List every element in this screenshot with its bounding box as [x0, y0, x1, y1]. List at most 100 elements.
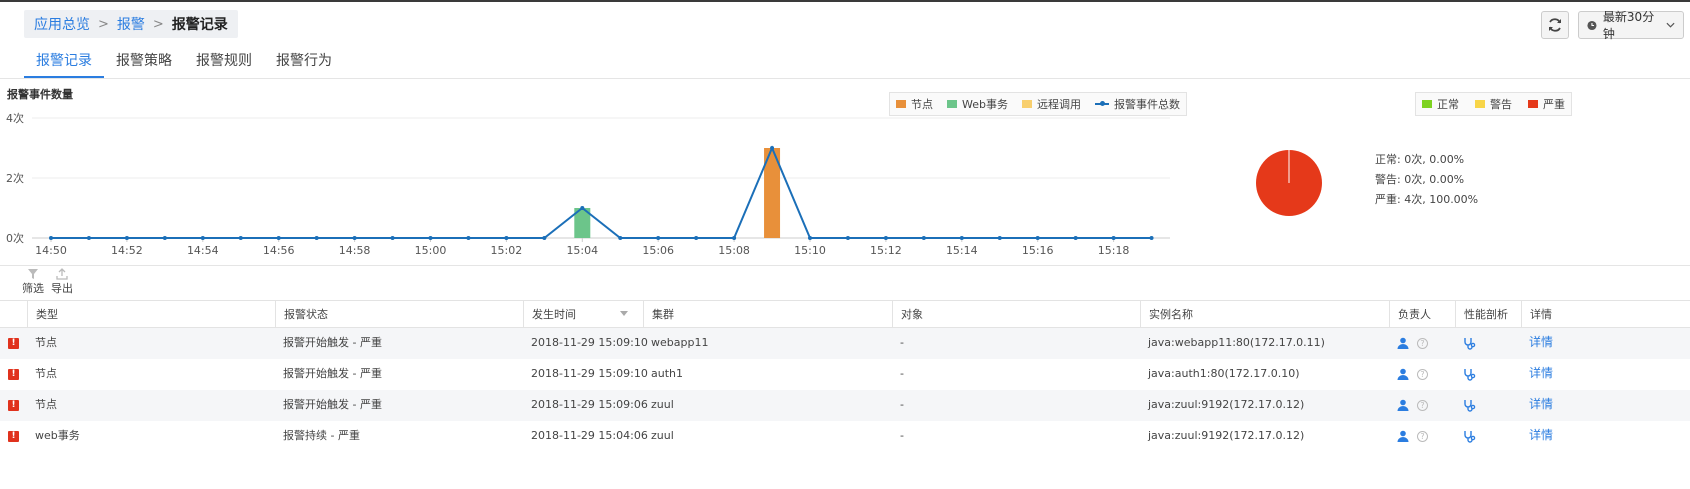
cell-status: 报警开始触发 - 严重 [283, 398, 382, 411]
data-point [1111, 236, 1116, 240]
data-point [732, 236, 737, 240]
x-tick-label: 14:54 [187, 244, 219, 257]
column-header-time[interactable]: 发生时间 [523, 301, 643, 328]
data-point [1073, 236, 1078, 240]
x-tick-label: 15:12 [870, 244, 902, 257]
column-header-time-label: 发生时间 [532, 308, 576, 321]
refresh-icon [1549, 18, 1561, 32]
data-point [162, 236, 167, 240]
data-point [542, 236, 547, 240]
time-range-dropdown[interactable]: 最新30分钟 [1578, 10, 1684, 41]
legend-swatch [1422, 100, 1432, 108]
x-tick-label: 15:18 [1098, 244, 1130, 257]
tab-alarm-actions[interactable]: 报警行为 [264, 46, 344, 78]
breadcrumb-alarm[interactable]: 报警 [117, 14, 145, 34]
user-icon[interactable] [1397, 430, 1409, 442]
alarm-event-chart: 4次 2次 0次 14:50 14:52 14:54 14:56 14:58 15:00 15:0… [6, 111, 1170, 257]
chevron-right-icon: > [98, 16, 109, 32]
column-header-owner[interactable]: 负责人 [1389, 301, 1455, 328]
legend-label: 严重 [1543, 98, 1565, 111]
cell-instance: java:zuul:9192(172.17.0.12) [1148, 398, 1305, 411]
x-tick-label: 15:08 [718, 244, 750, 257]
x-tick-label: 14:50 [35, 244, 67, 257]
column-header-type[interactable]: 类型 [27, 301, 275, 328]
data-point [466, 236, 471, 240]
sort-desc-icon[interactable] [620, 311, 628, 317]
breadcrumb-app-overview[interactable]: 应用总览 [34, 14, 90, 34]
alarm-records-table: 类型 报警状态 发生时间 集群 对象 实例名称 负责人 性能剖析 详情 ! 节点报… [0, 300, 1690, 452]
cell-time: 2018-11-29 15:09:06 [531, 398, 648, 411]
breadcrumb: 应用总览 > 报警 > 报警记录 [24, 10, 238, 38]
data-point [618, 236, 623, 240]
table-row[interactable]: ! 节点 报警开始触发 - 严重 2018-11-29 15:09:10 webapp1… [0, 328, 1690, 359]
column-header-instance[interactable]: 实例名称 [1140, 301, 1389, 328]
x-tick-label: 15:00 [415, 244, 447, 257]
data-point [352, 236, 357, 240]
cell-object: - [900, 336, 904, 349]
cell-object: - [900, 429, 904, 442]
help-icon[interactable]: ? [1417, 431, 1428, 442]
pie-stats: 正常: 0次, 0.00% 警告: 0次, 0.00% 严重: 4次, 100.… [1375, 150, 1478, 210]
chevron-right-icon: > [152, 16, 164, 32]
tab-alarm-records[interactable]: 报警记录 [24, 46, 104, 78]
cell-instance: java:zuul:9192(172.17.0.12) [1148, 429, 1305, 442]
table-row[interactable]: ! 节点 报警开始触发 - 严重 2018-11-29 15:09:06 zuul - ja… [0, 390, 1690, 421]
column-header-cluster[interactable]: 集群 [643, 301, 892, 328]
cell-status: 报警开始触发 - 严重 [283, 336, 382, 349]
table-row[interactable]: ! 节点 报警开始触发 - 严重 2018-11-29 15:09:10 auth1 - j… [0, 359, 1690, 390]
help-icon[interactable]: ? [1417, 369, 1428, 380]
table-header: 类型 报警状态 发生时间 集群 对象 实例名称 负责人 性能剖析 详情 [0, 300, 1690, 328]
critical-alert-icon: ! [8, 338, 19, 349]
time-range-label: 最新30分钟 [1602, 10, 1655, 41]
critical-alert-icon: ! [8, 400, 19, 411]
stethoscope-icon[interactable] [1463, 399, 1476, 412]
legend-item-normal[interactable]: 正常 [1422, 96, 1459, 112]
pie-legend: 正常 警告 严重 [1415, 92, 1572, 116]
data-point [883, 236, 888, 240]
detail-link[interactable]: 详情 [1529, 390, 1553, 421]
cell-type: web事务 [35, 429, 80, 442]
data-point [124, 236, 129, 240]
filter-icon [28, 269, 38, 279]
data-point [845, 236, 850, 240]
data-point [656, 236, 661, 240]
column-header-icon [0, 301, 27, 328]
help-icon[interactable]: ? [1417, 400, 1428, 411]
y-tick-label: 4次 [6, 111, 24, 125]
stethoscope-icon[interactable] [1463, 368, 1476, 381]
table-row[interactable]: ! web事务 报警持续 - 严重 2018-11-29 15:04:06 zuul - j… [0, 421, 1690, 452]
column-header-detail[interactable]: 详情 [1521, 301, 1690, 328]
column-header-status[interactable]: 报警状态 [275, 301, 523, 328]
cell-type: 节点 [35, 398, 57, 411]
data-point [1149, 236, 1154, 240]
cell-status: 报警持续 - 严重 [283, 429, 360, 442]
filter-button[interactable]: 筛选 [22, 268, 44, 296]
user-icon[interactable] [1397, 399, 1409, 411]
data-point [997, 236, 1002, 240]
refresh-button[interactable] [1541, 11, 1569, 39]
x-tick-label: 14:58 [339, 244, 371, 257]
stethoscope-icon[interactable] [1463, 430, 1476, 443]
divider [0, 265, 1690, 266]
export-button[interactable]: 导出 [51, 268, 73, 296]
legend-item-warning[interactable]: 警告 [1475, 96, 1512, 112]
help-icon[interactable]: ? [1417, 338, 1428, 349]
data-point [314, 236, 319, 240]
legend-swatch [1021, 100, 1032, 108]
user-icon[interactable] [1397, 337, 1409, 349]
data-point [921, 236, 926, 240]
detail-link[interactable]: 详情 [1529, 421, 1553, 452]
column-header-object[interactable]: 对象 [892, 301, 1140, 328]
tab-alarm-rules[interactable]: 报警规则 [184, 46, 264, 78]
legend-swatch [947, 100, 957, 108]
user-icon[interactable] [1397, 368, 1409, 380]
stethoscope-icon[interactable] [1463, 337, 1476, 350]
detail-link[interactable]: 详情 [1529, 328, 1553, 359]
cell-cluster: zuul [651, 429, 674, 442]
detail-link[interactable]: 详情 [1529, 359, 1553, 390]
legend-item-critical[interactable]: 严重 [1528, 96, 1565, 112]
x-tick-label: 15:14 [946, 244, 978, 257]
tab-alarm-policies[interactable]: 报警策略 [104, 46, 184, 78]
pie-stat-critical: 严重: 4次, 100.00% [1375, 193, 1479, 206]
column-header-profiling[interactable]: 性能剖析 [1455, 301, 1521, 328]
